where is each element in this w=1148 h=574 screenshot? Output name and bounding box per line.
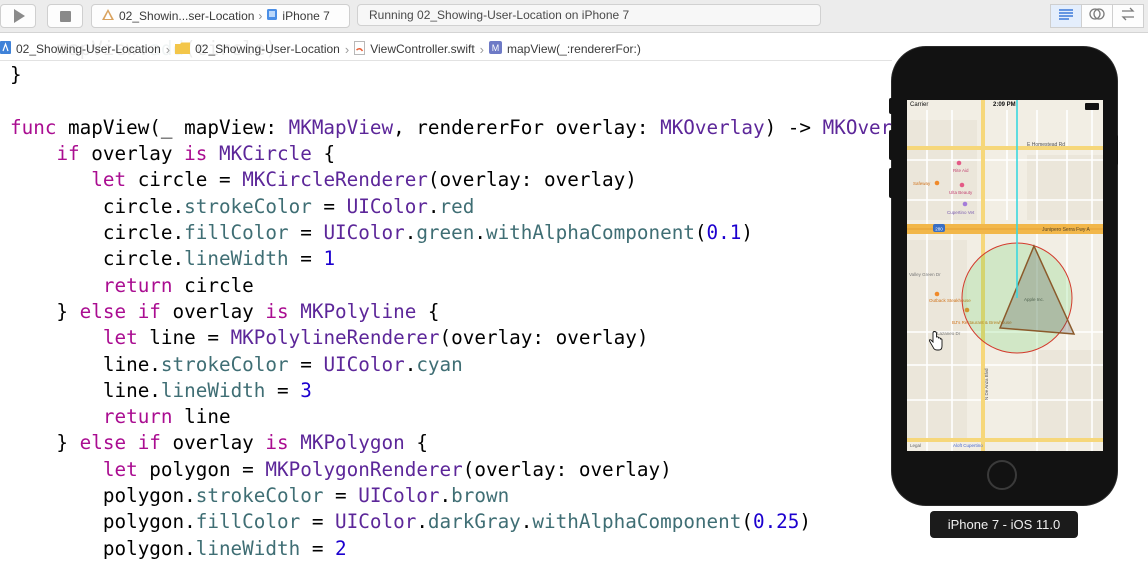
- hand-cursor-icon: [928, 331, 944, 356]
- simulator-screen[interactable]: 280 Junipero Serra Fwy A E Homestead Rd …: [907, 100, 1103, 451]
- time-label: 2:09 PM: [993, 102, 1016, 108]
- code-line[interactable]: circle.lineWidth = 1: [10, 246, 1043, 272]
- code-line[interactable]: } else if overlay is MKPolygon {: [10, 430, 1043, 456]
- jumpbar-group[interactable]: 02_Showing-User-Location: [175, 42, 340, 57]
- code-editor[interactable]: mapView.add(circle)} func mapView(_ mapV…: [10, 36, 1043, 562]
- poi-safeway: Safeway: [913, 181, 931, 186]
- code-line[interactable]: circle.strokeColor = UIColor.red: [10, 194, 1043, 220]
- code-line[interactable]: }: [10, 62, 1043, 88]
- folder-icon: [175, 42, 191, 57]
- battery-icon: [1085, 103, 1099, 110]
- jumpbar-group-label: 02_Showing-User-Location: [195, 42, 340, 56]
- activity-status: Running 02_Showing-User-Location on iPho…: [357, 4, 821, 26]
- code-line[interactable]: polygon.lineWidth = 2: [10, 536, 1043, 562]
- svg-text:M: M: [492, 43, 500, 53]
- assistant-editor-button[interactable]: [1081, 4, 1113, 28]
- toolbar: 02_Showin...ser-Location › iPhone 7 Runn…: [0, 0, 1148, 33]
- simulator-tooltip: iPhone 7 - iOS 11.0: [930, 511, 1078, 538]
- ios-status-bar: Carrier 2:09 PM: [907, 100, 1103, 110]
- code-line[interactable]: } else if overlay is MKPolyline {: [10, 299, 1043, 325]
- jump-bar: 02_Showing-User-Location › 02_Showing-Us…: [0, 39, 641, 59]
- assistant-icon: [1089, 7, 1105, 26]
- jumpbar-project-label: 02_Showing-User-Location: [16, 42, 161, 56]
- poi-pin-icon[interactable]: [934, 180, 940, 186]
- home-button[interactable]: [987, 460, 1017, 490]
- poi-ulta: Ulta Beauty: [949, 190, 973, 195]
- standard-editor-button[interactable]: [1050, 4, 1082, 28]
- code-line[interactable]: polygon.fillColor = UIColor.darkGray.wit…: [10, 509, 1043, 535]
- code-line[interactable]: line.strokeColor = UIColor.cyan: [10, 352, 1043, 378]
- play-icon: [14, 9, 25, 23]
- chevron-right-icon: ›: [258, 9, 263, 23]
- chevron-right-icon: ›: [479, 41, 485, 57]
- code-line[interactable]: return circle: [10, 273, 1043, 299]
- map-legal-link: Legal: [910, 443, 921, 448]
- stop-button[interactable]: [47, 4, 83, 28]
- scheme-device: iPhone 7: [282, 9, 330, 23]
- jumpbar-method-label: mapView(_:rendererFor:): [507, 42, 641, 56]
- power-button: [1114, 135, 1118, 165]
- code-line[interactable]: circle.fillColor = UIColor.green.withAlp…: [10, 220, 1043, 246]
- lines-icon: [1058, 7, 1074, 25]
- code-line[interactable]: polygon.strokeColor = UIColor.brown: [10, 483, 1043, 509]
- method-icon: M: [489, 41, 503, 57]
- scheme-project: 02_Showin...ser-Location: [119, 9, 255, 23]
- swift-file-icon: [354, 40, 366, 58]
- street-valley-green: Valley Green Dr: [909, 272, 941, 277]
- version-editor-button[interactable]: [1112, 4, 1144, 28]
- jumpbar-file-label: ViewController.swift: [370, 42, 475, 56]
- map-view[interactable]: 280 Junipero Serra Fwy A E Homestead Rd …: [907, 100, 1103, 451]
- stop-icon: [59, 10, 71, 22]
- status-text: Running 02_Showing-User-Location on iPho…: [369, 8, 630, 22]
- poi-vet: Cupertino Vet: [947, 210, 975, 215]
- carrier-label: Carrier: [910, 102, 929, 108]
- jumpbar-file[interactable]: ViewController.swift: [354, 40, 475, 58]
- editor-mode-buttons: [1050, 4, 1144, 28]
- poi-aloft: Aloft Cupertino: [953, 443, 983, 448]
- xcode-app-icon: [101, 8, 115, 25]
- jumpbar-method[interactable]: M mapView(_:rendererFor:): [489, 41, 641, 57]
- mute-switch: [889, 98, 893, 114]
- volume-down-button: [889, 168, 893, 198]
- poi-pin-icon[interactable]: [956, 160, 962, 166]
- simulator-tooltip-text: iPhone 7 - iOS 11.0: [947, 517, 1061, 532]
- code-line[interactable]: return line: [10, 404, 1043, 430]
- poi-pin-icon[interactable]: [962, 201, 968, 207]
- jumpbar-project[interactable]: 02_Showing-User-Location: [0, 41, 161, 57]
- poi-rite-aid: Rite Aid: [953, 168, 969, 173]
- street-de-anza: N De Anza Blvd: [984, 368, 989, 400]
- chevron-right-icon: ›: [165, 41, 171, 57]
- volume-up-button: [889, 130, 893, 160]
- code-line[interactable]: let polygon = MKPolygonRenderer(overlay:…: [10, 457, 1043, 483]
- project-icon: [0, 41, 11, 57]
- map-label-homestead: E Homestead Rd: [1027, 142, 1065, 148]
- code-line[interactable]: let line = MKPolylineRenderer(overlay: o…: [10, 325, 1043, 351]
- run-button[interactable]: [0, 4, 36, 28]
- map-label-freeway-number: 280: [935, 227, 943, 232]
- arrows-icon: [1120, 7, 1136, 26]
- poi-pin-icon[interactable]: [934, 291, 940, 297]
- map-label-freeway: Junipero Serra Fwy A: [1042, 227, 1090, 233]
- chevron-right-icon: ›: [344, 41, 350, 57]
- scheme-selector[interactable]: 02_Showin...ser-Location › iPhone 7: [91, 4, 350, 28]
- poi-pin-icon[interactable]: [959, 182, 965, 188]
- device-icon: [266, 8, 278, 24]
- code-line[interactable]: line.lineWidth = 3: [10, 378, 1043, 404]
